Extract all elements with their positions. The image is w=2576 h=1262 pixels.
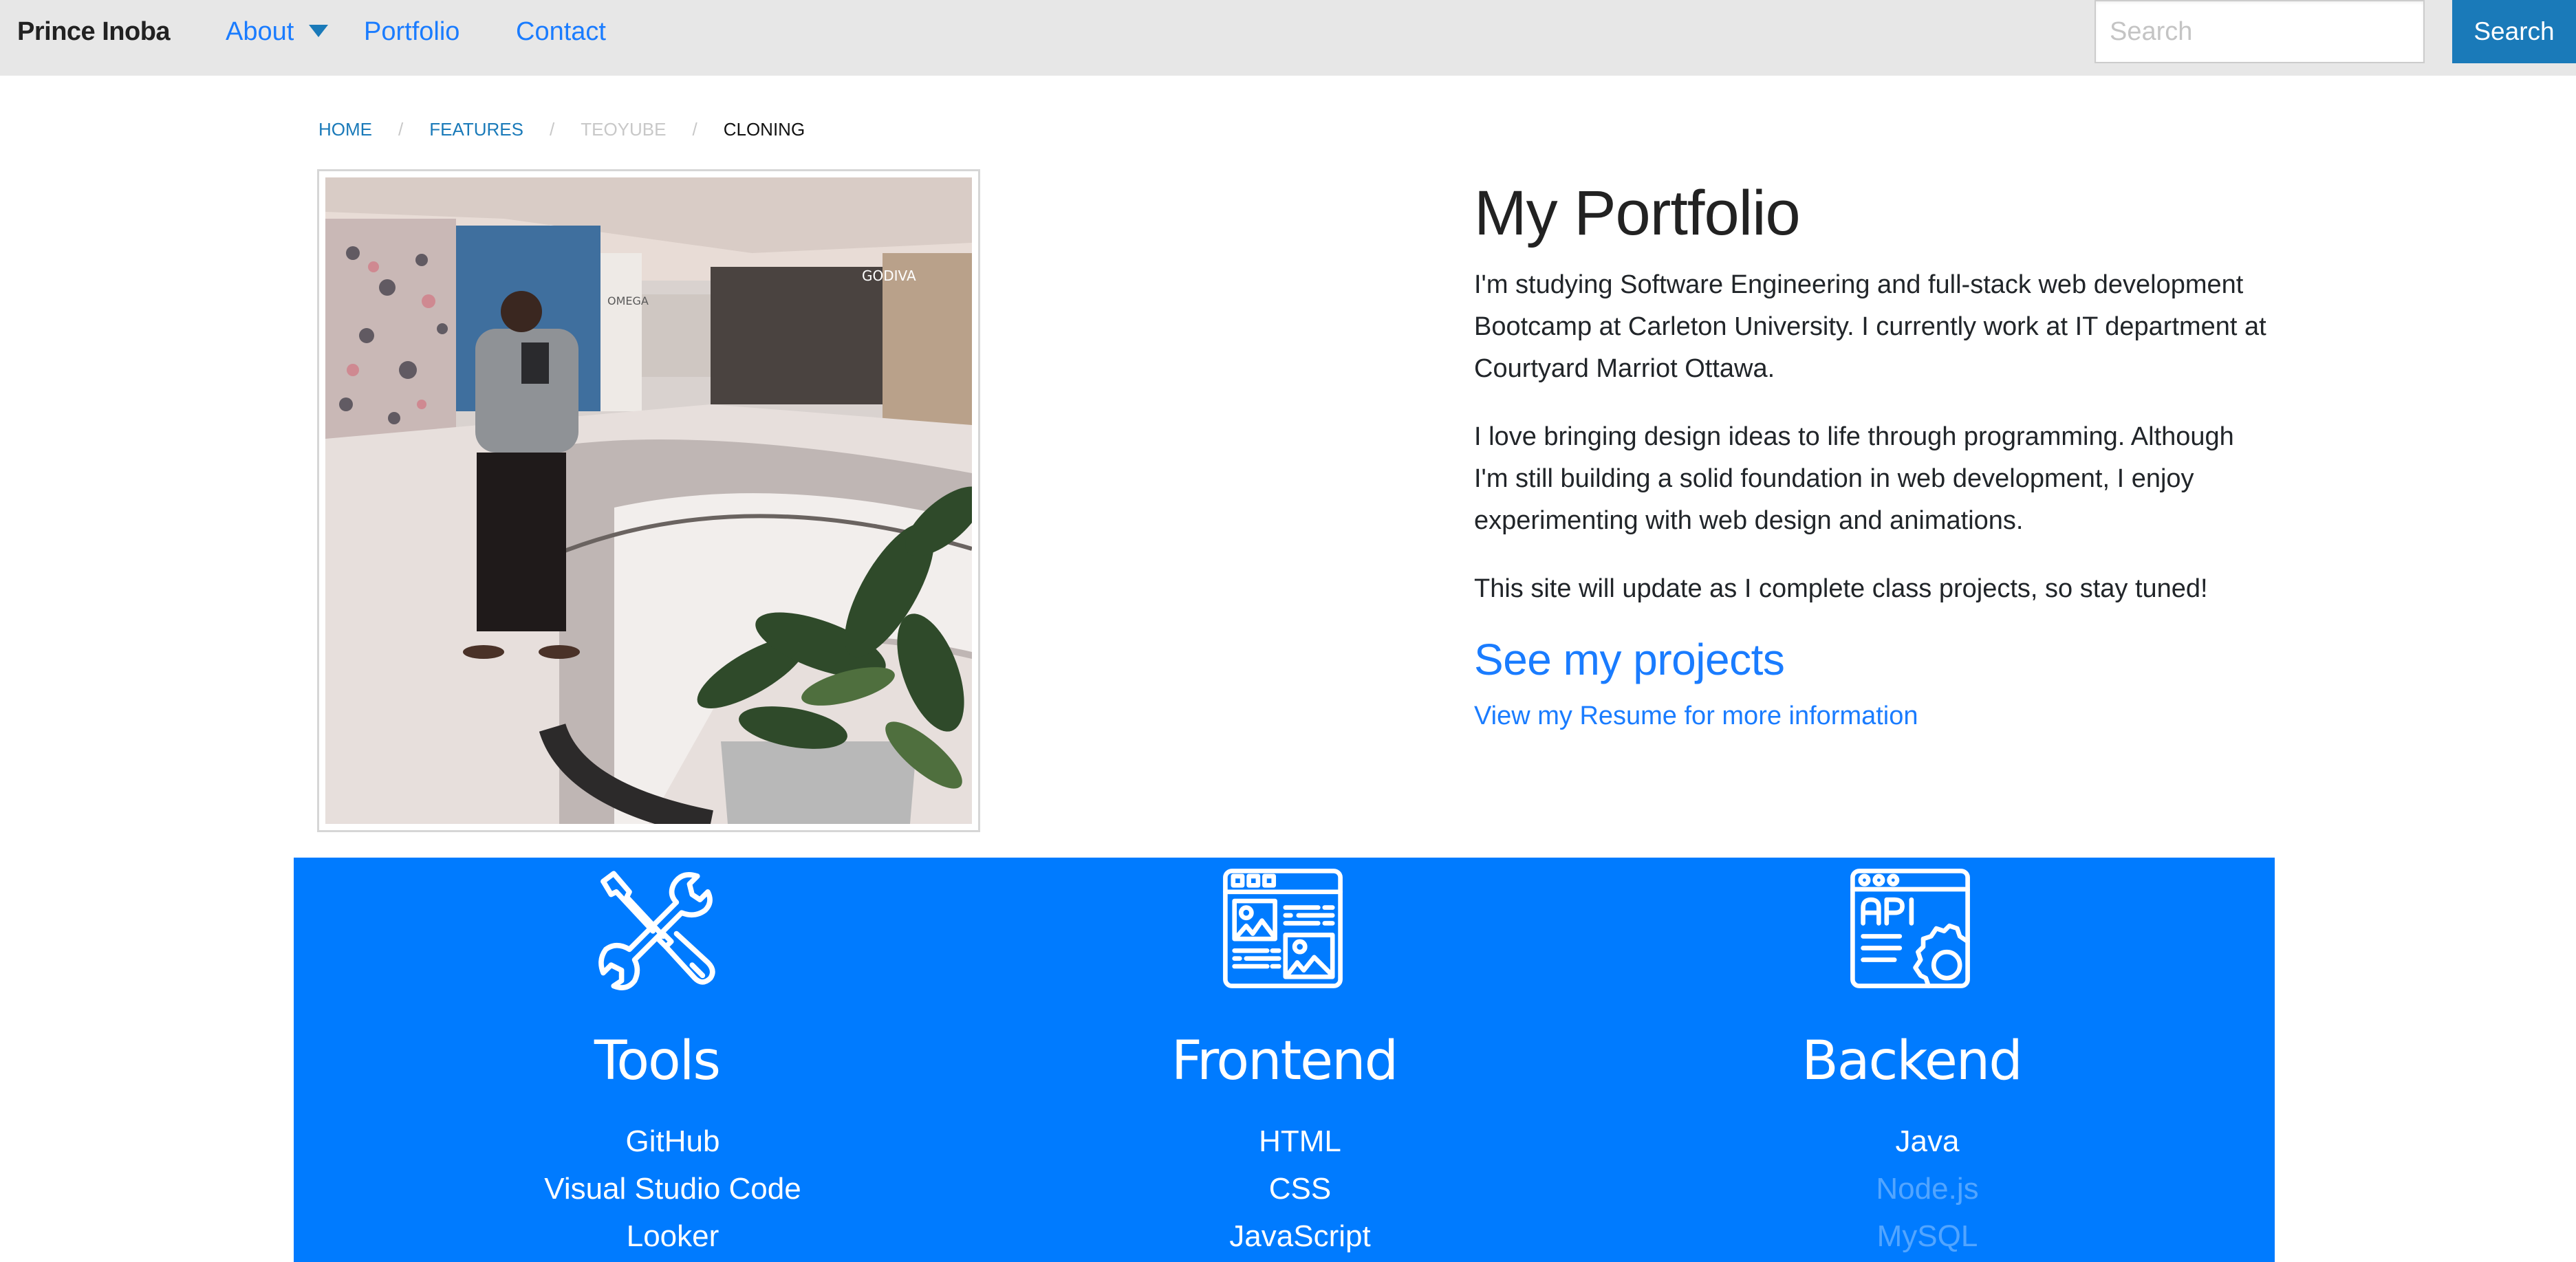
intro-paragraph: I love bringing design ideas to life thr…	[1474, 422, 2234, 535]
skills-section: Tools GitHub Visual Studio Code Looker F…	[294, 858, 2275, 1262]
skill-item: Node.js	[1876, 1172, 1979, 1206]
skill-column-frontend: Frontend HTML CSS JavaScript	[921, 858, 1548, 1262]
breadcrumb-features[interactable]: FEATURES	[429, 117, 523, 142]
resume-link[interactable]: View my Resume for more information	[1474, 697, 2272, 735]
api-gear-icon	[1845, 863, 1976, 994]
caret-down-icon[interactable]	[309, 25, 328, 37]
photo-illustration: OMEGA GODIVA	[325, 177, 972, 824]
breadcrumb-cloning: CLONING	[723, 119, 805, 140]
skill-item: MySQL	[1876, 1219, 1978, 1253]
breadcrumb-separator: /	[692, 119, 697, 140]
profile-photo: OMEGA GODIVA	[325, 177, 972, 824]
frontend-browser-icon	[1217, 863, 1348, 994]
skill-column-tools: Tools GitHub Visual Studio Code Looker	[294, 858, 921, 1262]
breadcrumb: HOME / FEATURES / TEOYUBE / CLONING	[318, 117, 805, 142]
page-title: My Portfolio	[1474, 178, 1801, 248]
skill-list-backend: Java Node.js MySQL	[1548, 1118, 2306, 1260]
skill-column-backend: Backend Java Node.js MySQL	[1548, 858, 2176, 1262]
see-projects-link[interactable]: See my projects	[1474, 632, 2272, 687]
nav-portfolio[interactable]: Portfolio	[364, 15, 459, 48]
search-input[interactable]	[2095, 0, 2425, 63]
skill-title-backend: Backend	[1801, 1030, 2023, 1092]
intro-paragraph: I'm studying Software Engineering and fu…	[1474, 270, 2266, 383]
photo-sign-omega: OMEGA	[607, 294, 649, 307]
breadcrumb-separator: /	[550, 119, 555, 140]
intro-paragraph: This site will update as I complete clas…	[1474, 574, 2208, 603]
intro-section: My Portfolio I'm studying Software Engin…	[1474, 172, 2272, 735]
breadcrumb-home[interactable]: HOME	[318, 117, 372, 142]
breadcrumb-teoyube: TEOYUBE	[581, 119, 667, 140]
tools-icon	[590, 863, 721, 994]
nav-contact[interactable]: Contact	[516, 15, 606, 48]
navbar: Prince Inoba About Portfolio Contact Sea…	[0, 0, 2576, 76]
breadcrumb-separator: /	[398, 119, 404, 140]
profile-photo-frame: OMEGA GODIVA	[317, 169, 980, 832]
search-button[interactable]: Search	[2452, 0, 2576, 63]
skill-title-frontend: Frontend	[1171, 1030, 1398, 1092]
photo-sign-godiva: GODIVA	[862, 268, 916, 284]
brand-logo[interactable]: Prince Inoba	[17, 15, 171, 48]
nav-about-dropdown[interactable]: About	[226, 15, 294, 48]
skill-title-tools: Tools	[594, 1030, 721, 1092]
skill-item: Java	[1895, 1124, 1960, 1158]
